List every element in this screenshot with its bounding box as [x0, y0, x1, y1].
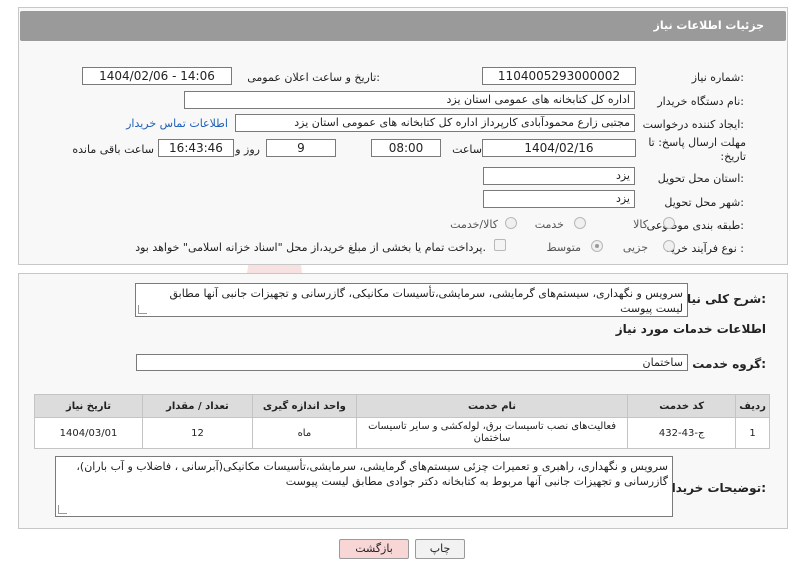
city-field: یزد	[483, 190, 635, 208]
services-section-title: اطلاعات خدمات مورد نیاز	[615, 322, 766, 336]
buyer-notes-label: توضیحات خریدار:	[664, 481, 766, 495]
days-label: روز و	[235, 143, 260, 156]
col-name: نام خدمت	[355, 394, 629, 418]
print-button[interactable]: چاپ	[415, 539, 465, 559]
back-button[interactable]: بازگشت	[339, 539, 409, 559]
process-radio-minor[interactable]	[663, 240, 675, 252]
cell-qty: 12	[141, 417, 253, 449]
col-unit: واحد اندازه گیری	[251, 394, 357, 418]
page-title: جزئیات اطلاعات نیاز	[653, 19, 765, 32]
category-option-service: خدمت	[534, 218, 564, 231]
need-number-field: 1104005293000002	[482, 67, 636, 85]
col-date: تاریخ نیاز	[34, 394, 143, 418]
col-row: ردیف	[735, 394, 770, 418]
buyer-org-label: نام دستگاه خریدار:	[657, 95, 744, 108]
province-field: یزد	[483, 167, 635, 185]
category-radio-goods-service[interactable]	[505, 217, 517, 229]
days-field: 9	[266, 139, 336, 157]
table-header-row: ردیف کد خدمت نام خدمت واحد اندازه گیری ت…	[34, 394, 770, 418]
buyer-org-field: اداره کل کتابخانه های عمومی استان یزد	[184, 91, 635, 109]
cell-date: 1404/03/01	[34, 417, 143, 449]
process-radio-medium[interactable]	[591, 240, 603, 252]
creator-label: ایجاد کننده درخواست:	[642, 118, 744, 131]
creator-field: مجتبی زارع محمودآبادی کارپرداز اداره کل …	[235, 114, 635, 132]
process-label: نوع فرآیند خرید :	[666, 242, 744, 255]
category-radio-service[interactable]	[574, 217, 586, 229]
buyer-notes-textarea[interactable]: سرویس و نگهداری، راهبری و تعمیرات چزئی س…	[55, 456, 673, 517]
remaining-label: ساعت باقی مانده	[72, 143, 154, 156]
category-label: طبقه بندی موضوعی:	[646, 219, 744, 232]
col-qty: تعداد / مقدار	[141, 394, 253, 418]
need-number-label: شماره نیاز:	[691, 71, 744, 84]
city-label: شهر محل تحویل:	[664, 196, 744, 209]
announce-label: تاریخ و ساعت اعلان عمومی:	[247, 71, 380, 84]
service-group-label: گروه خدمت:	[692, 357, 766, 371]
summary-textarea[interactable]: سرویس و نگهداری، سیستم‌های گرمایشی، سرما…	[135, 283, 688, 317]
payment-note: پرداخت تمام یا بخشی از مبلغ خرید،از محل …	[135, 241, 486, 254]
category-radio-goods[interactable]	[663, 217, 675, 229]
deadline-label: مهلت ارسال پاسخ: تا تاریخ:	[648, 136, 746, 163]
buyer-notes-text: سرویس و نگهداری، راهبری و تعمیرات چزئی س…	[76, 460, 668, 488]
resize-grip-icon[interactable]	[58, 505, 67, 514]
deadline-date-field: 1404/02/16	[482, 139, 636, 157]
contact-link[interactable]: اطلاعات تماس خریدار	[126, 117, 228, 130]
cell-unit: ماه	[251, 417, 357, 449]
announce-field: 1404/02/06 - 14:06	[82, 67, 232, 85]
cell-name: فعالیت‌های نصب تاسیسات برق، لوله‌کشی و س…	[355, 417, 629, 449]
col-code: کد خدمت	[627, 394, 737, 418]
summary-text: سرویس و نگهداری، سیستم‌های گرمایشی، سرما…	[169, 287, 683, 315]
process-option-minor: جزیی	[622, 241, 648, 254]
cell-row: 1	[735, 417, 770, 449]
table-row: 1 ج-43-432 فعالیت‌های نصب تاسیسات برق، ل…	[34, 417, 770, 449]
resize-grip-icon[interactable]	[138, 305, 147, 314]
process-option-medium: متوسط	[546, 241, 581, 254]
deadline-time-field: 08:00	[371, 139, 441, 157]
deadline-time-label: ساعت	[452, 143, 482, 156]
province-label: استان محل تحویل:	[657, 172, 744, 185]
category-option-goods: کالا	[633, 218, 648, 231]
category-option-goods-service: کالا/خدمت	[450, 218, 498, 231]
service-group-field: ساختمان	[136, 354, 688, 371]
services-table: ردیف کد خدمت نام خدمت واحد اندازه گیری ت…	[34, 394, 770, 449]
remaining-time-field: 16:43:46	[158, 139, 234, 157]
summary-label: شرح کلی نیاز:	[680, 292, 766, 306]
payment-checkbox[interactable]	[494, 239, 506, 251]
cell-code: ج-43-432	[627, 417, 737, 449]
